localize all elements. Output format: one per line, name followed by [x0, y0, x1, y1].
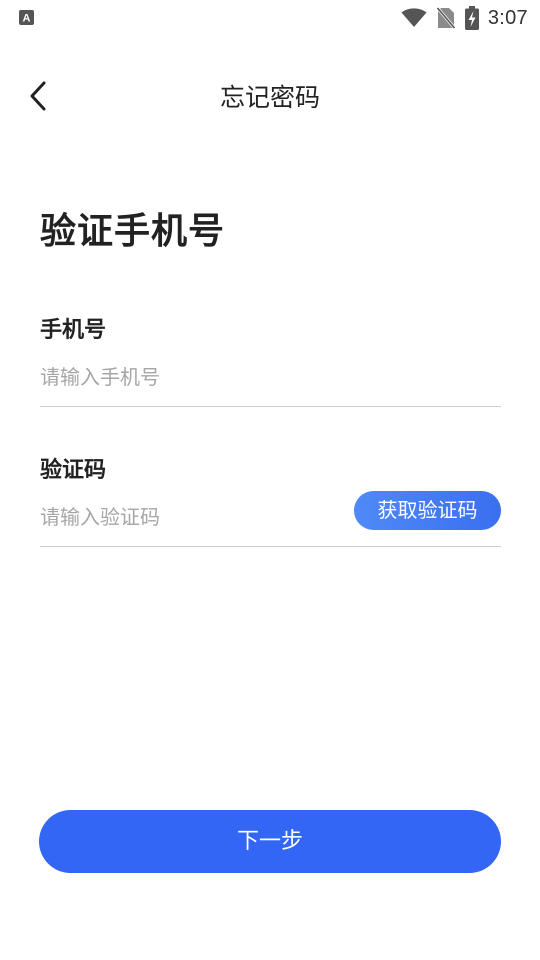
- phone-label: 手机号: [40, 318, 107, 343]
- verification-code-input-row: 获取验证码: [40, 491, 501, 547]
- verification-code-field: 验证码 获取验证码: [40, 454, 501, 547]
- phone-field: 手机号: [40, 314, 501, 407]
- status-time: 3:07: [487, 6, 528, 29]
- battery-charging-icon: [464, 6, 479, 30]
- verification-code-input[interactable]: [40, 500, 340, 534]
- status-icons: 3:07: [401, 4, 528, 32]
- chevron-left-icon: [29, 81, 47, 115]
- phone-input-row: [40, 360, 501, 407]
- no-sim-icon: [436, 7, 455, 29]
- app-header: 忘记密码: [0, 66, 540, 130]
- status-bar: A 3:07: [0, 0, 540, 36]
- accessibility-a-icon: A: [19, 10, 34, 25]
- page-title: 忘记密码: [219, 83, 320, 112]
- next-button[interactable]: 下一步: [39, 810, 501, 873]
- get-code-button[interactable]: 获取验证码: [354, 491, 501, 530]
- phone-input[interactable]: [40, 360, 340, 394]
- wifi-icon: [401, 8, 427, 28]
- section-heading: 验证手机号: [40, 211, 226, 252]
- back-button[interactable]: [18, 80, 58, 116]
- verification-code-label: 验证码: [40, 458, 107, 483]
- svg-text:A: A: [23, 13, 31, 25]
